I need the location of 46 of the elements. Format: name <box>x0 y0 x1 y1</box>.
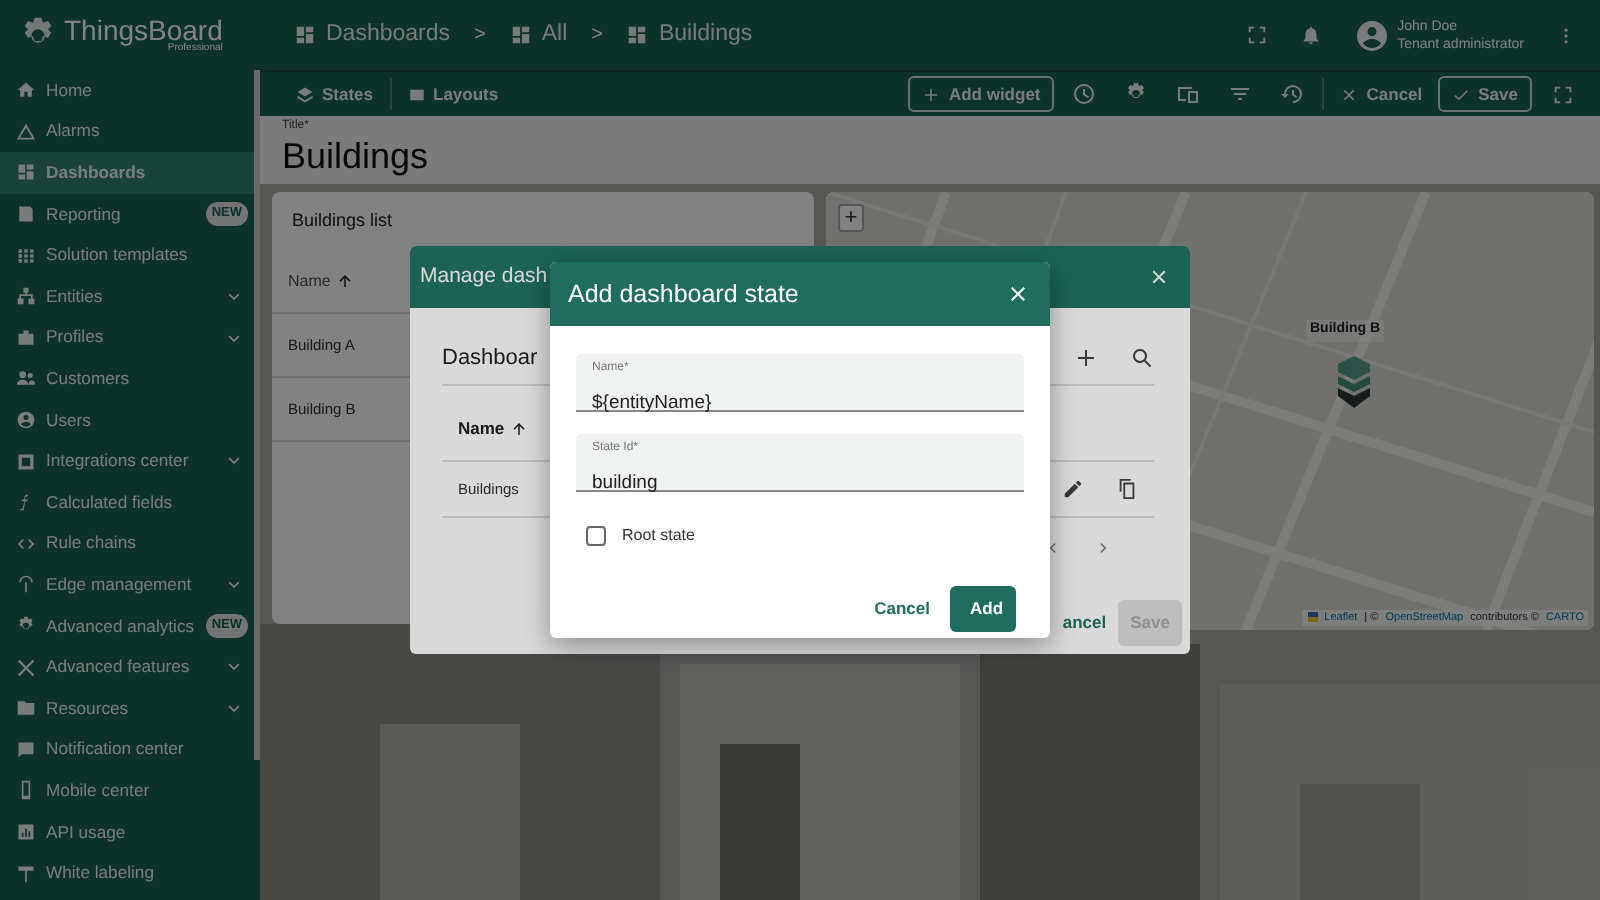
grid-icon <box>626 24 649 46</box>
layouts-button[interactable]: Layouts <box>399 77 507 111</box>
add-widget-button[interactable]: Add widget <box>908 75 1055 113</box>
breadcrumb-separator: > <box>591 22 603 50</box>
fullscreen-icon[interactable] <box>1245 24 1268 46</box>
people-icon <box>16 368 36 389</box>
grid-icon <box>16 162 36 183</box>
code-icon <box>16 533 36 554</box>
nodes-icon <box>16 286 36 307</box>
title-field[interactable]: Buildings <box>282 134 1578 178</box>
avatar-icon[interactable] <box>1353 17 1390 53</box>
breadcrumb-link[interactable]: Dashboards <box>294 17 451 53</box>
folder-icon <box>16 698 36 719</box>
person-icon <box>16 410 36 431</box>
close-icon <box>1340 85 1359 103</box>
sidebar-item[interactable]: White labeling <box>0 852 260 894</box>
grid-icon <box>16 245 36 266</box>
cancel-button[interactable]: Cancel <box>1332 77 1431 111</box>
sidebar-item[interactable]: Dashboards <box>0 152 260 194</box>
layers-icon <box>296 85 314 103</box>
history-icon[interactable] <box>1280 82 1305 106</box>
antenna-icon <box>16 574 36 595</box>
sidebar-item[interactable]: API usage <box>0 811 260 853</box>
clock-icon[interactable] <box>1072 82 1097 106</box>
message-icon <box>16 739 36 760</box>
breadcrumb-separator: > <box>474 22 486 50</box>
briefcase-icon <box>16 327 36 348</box>
home-icon <box>16 80 36 101</box>
grid-icon <box>509 24 532 46</box>
filter-icon[interactable] <box>1228 82 1253 106</box>
fullscreen-icon[interactable] <box>1551 83 1573 105</box>
brand-name: ThingsBoard <box>64 16 223 44</box>
save-button[interactable]: Save <box>1438 75 1532 113</box>
breadcrumb-link[interactable]: Buildings <box>626 17 753 53</box>
chart-icon <box>16 821 36 842</box>
phone-icon <box>16 780 36 801</box>
warning-icon <box>16 121 36 142</box>
breadcrumb-link[interactable]: All <box>509 17 568 53</box>
check-icon <box>1452 85 1471 103</box>
grid-icon <box>294 24 316 46</box>
document-icon <box>16 204 36 225</box>
states-button[interactable]: States <box>288 77 382 111</box>
sidebar-item[interactable]: Mobile center <box>0 770 260 812</box>
devices-icon[interactable] <box>1176 82 1201 106</box>
plus-icon <box>922 85 941 103</box>
bell-icon[interactable] <box>1299 24 1322 46</box>
